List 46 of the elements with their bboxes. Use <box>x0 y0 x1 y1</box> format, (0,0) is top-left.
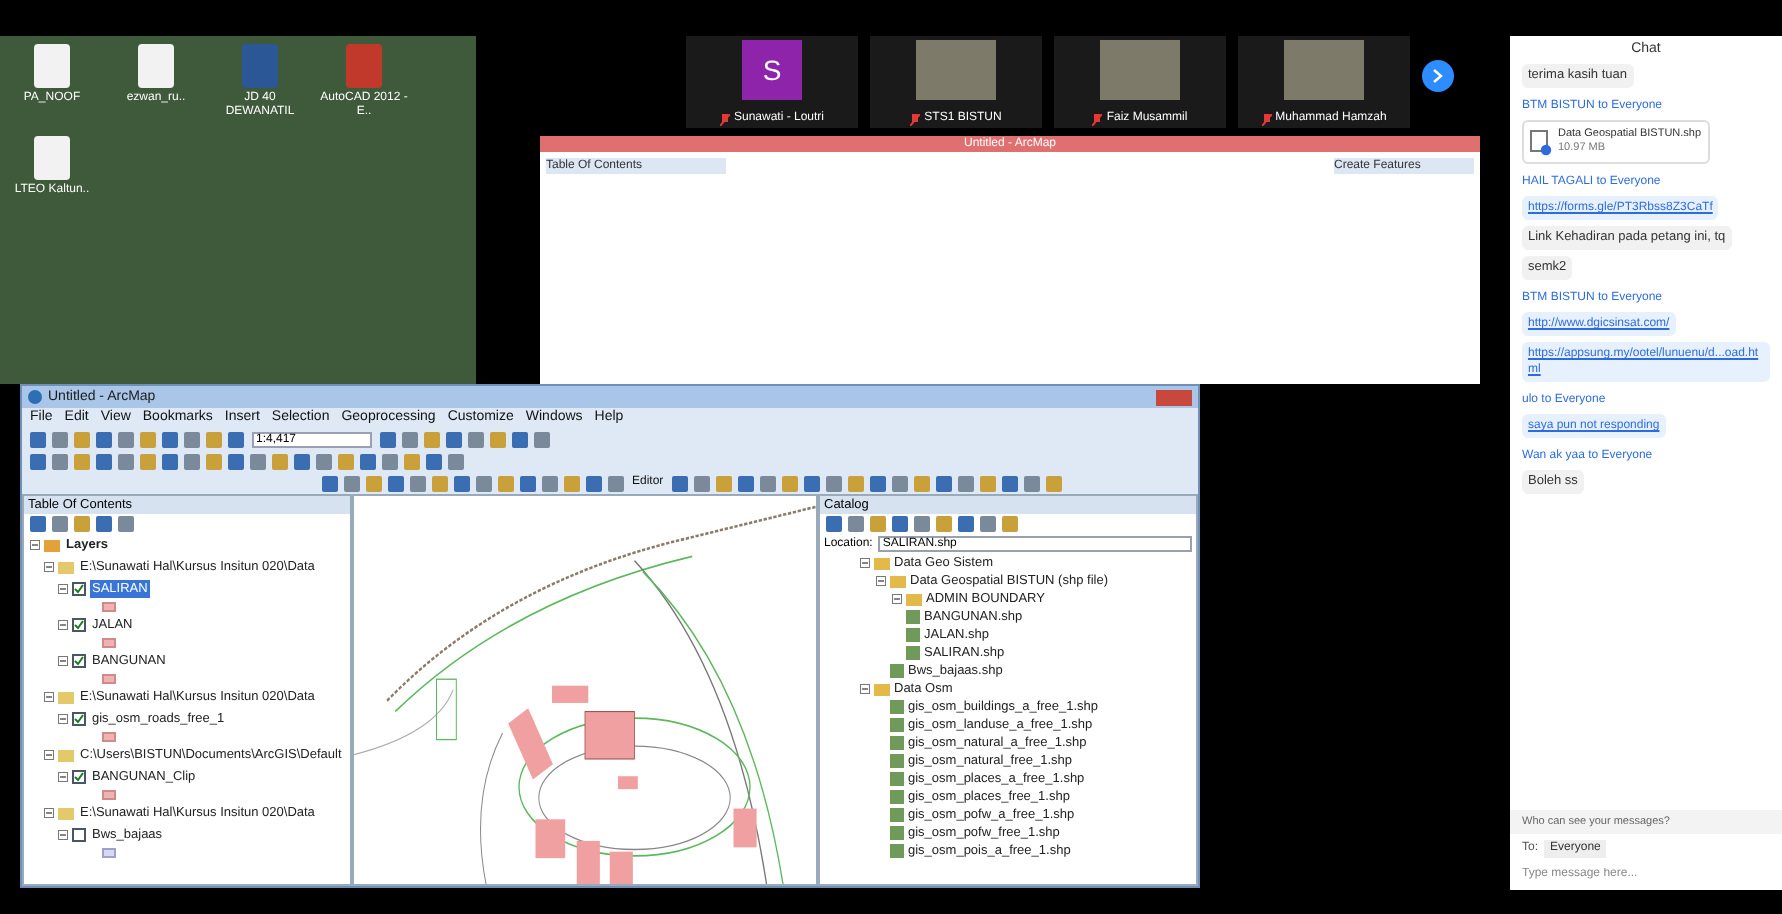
next-page-button[interactable] <box>1422 60 1454 92</box>
folder-icon <box>58 807 74 819</box>
collapse-icon[interactable] <box>58 772 68 782</box>
collapse-icon[interactable] <box>892 594 902 604</box>
collapse-icon[interactable] <box>860 684 870 694</box>
collapse-icon[interactable] <box>58 830 68 840</box>
symbol-swatch <box>102 674 116 684</box>
collapse-icon[interactable] <box>44 808 54 818</box>
layers-icon <box>44 539 60 551</box>
app-icon <box>28 390 42 404</box>
video-placeholder <box>1100 40 1180 100</box>
video-placeholder <box>916 40 996 100</box>
layer-checkbox[interactable] <box>72 654 86 668</box>
avatar: S <box>742 40 802 100</box>
collapse-icon[interactable] <box>44 562 54 572</box>
collapse-icon[interactable] <box>58 620 68 630</box>
layer-checkbox[interactable] <box>72 582 86 596</box>
collapse-icon[interactable] <box>30 540 40 550</box>
layer-checkbox[interactable] <box>72 770 86 784</box>
video-placeholder <box>1284 40 1364 100</box>
symbol-swatch <box>102 848 116 858</box>
collapse-icon[interactable] <box>44 692 54 702</box>
symbol-swatch <box>102 790 116 800</box>
muted-mic-icon <box>910 113 921 125</box>
symbol-swatch <box>102 732 116 742</box>
chevron-right-icon <box>1432 68 1444 84</box>
muted-mic-icon <box>719 113 730 125</box>
muted-mic-icon <box>1261 113 1272 125</box>
collapse-icon[interactable] <box>58 584 68 594</box>
close-button[interactable] <box>1156 389 1192 405</box>
symbol-swatch <box>102 602 116 612</box>
collapse-icon[interactable] <box>876 576 886 586</box>
collapse-icon[interactable] <box>58 656 68 666</box>
layer-checkbox[interactable] <box>72 712 86 726</box>
folder-icon <box>874 683 890 695</box>
file-download-icon <box>1530 129 1552 155</box>
symbol-swatch <box>102 638 116 648</box>
layer-checkbox[interactable] <box>72 828 86 842</box>
collapse-icon[interactable] <box>44 750 54 760</box>
folder-icon <box>58 749 74 761</box>
folder-icon <box>58 691 74 703</box>
folder-icon <box>58 561 74 573</box>
collapse-icon[interactable] <box>860 558 870 568</box>
layer-checkbox[interactable] <box>72 618 86 632</box>
collapse-icon[interactable] <box>58 714 68 724</box>
muted-mic-icon <box>1092 113 1103 125</box>
